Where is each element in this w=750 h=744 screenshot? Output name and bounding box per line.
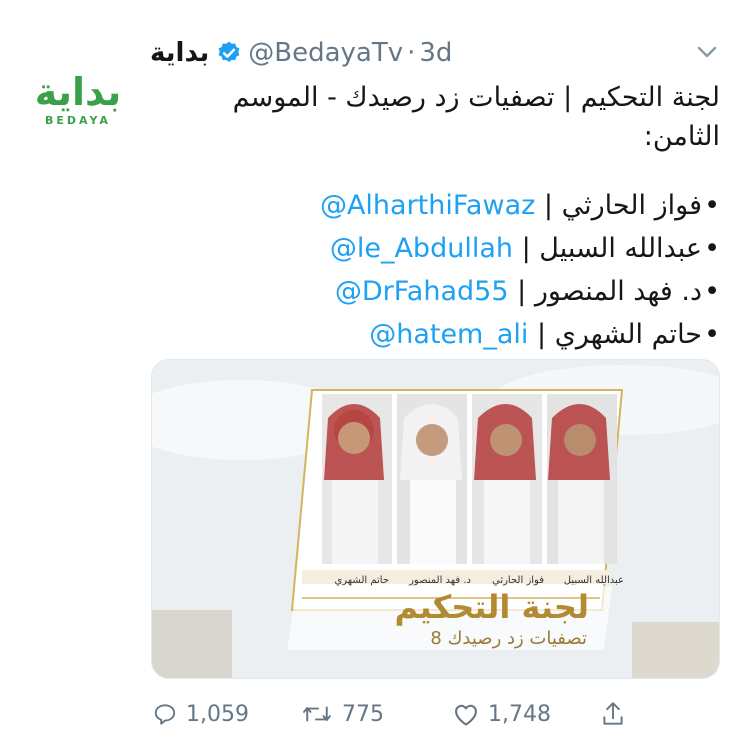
retweet-icon <box>303 706 331 722</box>
judge-caption: عبدالله السبيل <box>563 575 624 586</box>
judge-caption: د. فهد المنصور <box>409 575 471 586</box>
judge-item: •عبدالله السبيل | @le_Abdullah <box>329 233 720 264</box>
judge-separator: | <box>537 319 547 350</box>
media-title: لجنة التحكيم <box>394 588 589 626</box>
judge-item: •فواز الحارثي | @AlharthiFawaz <box>319 190 720 221</box>
judge-name: حاتم الشهري <box>554 319 702 350</box>
verified-badge-icon <box>216 40 242 66</box>
tweet-text-line-2: الثامن: <box>643 121 720 152</box>
judge-caption: فواز الحارثي <box>491 575 544 586</box>
retweet-count: 775 <box>342 701 384 727</box>
judges-list: •فواز الحارثي | @AlharthiFawaz •عبدالله … <box>150 184 720 356</box>
judge-caption: حاتم الشهري <box>334 575 389 586</box>
avatar-logo-arabic: بداية <box>34 70 122 114</box>
media-subtitle: تصفيات زد رصيدك 8 <box>430 628 587 649</box>
judge-item: •د. فهد المنصور | @DrFahad55 <box>334 276 720 307</box>
tweet-media-image[interactable]: عبدالله السبيل فواز الحارثي د. فهد المنص… <box>151 359 720 679</box>
judge-item: •حاتم الشهري | @hatem_ali <box>369 319 720 350</box>
judge-separator: | <box>517 276 527 307</box>
profile-avatar[interactable]: بداية BEDAYA <box>28 50 128 150</box>
tweet-timestamp[interactable]: 3d <box>419 38 452 68</box>
share-icon <box>603 702 623 725</box>
judge-separator: | <box>543 190 553 221</box>
tweet-header: بداية @BedayaTv · 3d <box>150 33 610 73</box>
tweet-text: لجنة التحكيم | تصفيات زد رصيدك - الموسم … <box>150 78 720 356</box>
judge-name: د. فهد المنصور <box>534 276 702 307</box>
retweet-button[interactable]: 775 <box>300 694 384 734</box>
tweet-text-line-1: لجنة التحكيم | تصفيات زد رصيدك - الموسم <box>232 82 720 113</box>
tweet-actions: 1,059 775 1,748 <box>0 694 750 734</box>
like-count: 1,748 <box>488 701 551 727</box>
share-button[interactable] <box>600 694 634 734</box>
reply-button[interactable]: 1,059 <box>152 694 249 734</box>
like-icon <box>455 704 477 726</box>
header-separator: · <box>407 38 416 68</box>
mention-link[interactable]: @AlharthiFawaz <box>320 190 535 221</box>
judge-name: فواز الحارثي <box>561 190 702 221</box>
avatar-logo-english: BEDAYA <box>45 114 111 127</box>
reply-icon <box>154 704 176 725</box>
mention-link[interactable]: @le_Abdullah <box>330 233 513 264</box>
user-handle[interactable]: @BedayaTv <box>248 38 403 68</box>
judge-separator: | <box>521 233 531 264</box>
reply-count: 1,059 <box>186 701 249 727</box>
mention-link[interactable]: @DrFahad55 <box>335 276 509 307</box>
chevron-down-icon[interactable] <box>692 38 722 66</box>
mention-link[interactable]: @hatem_ali <box>369 319 528 350</box>
display-name[interactable]: بداية <box>150 38 209 68</box>
like-button[interactable]: 1,748 <box>452 694 551 734</box>
judge-name: عبدالله السبيل <box>539 233 702 264</box>
